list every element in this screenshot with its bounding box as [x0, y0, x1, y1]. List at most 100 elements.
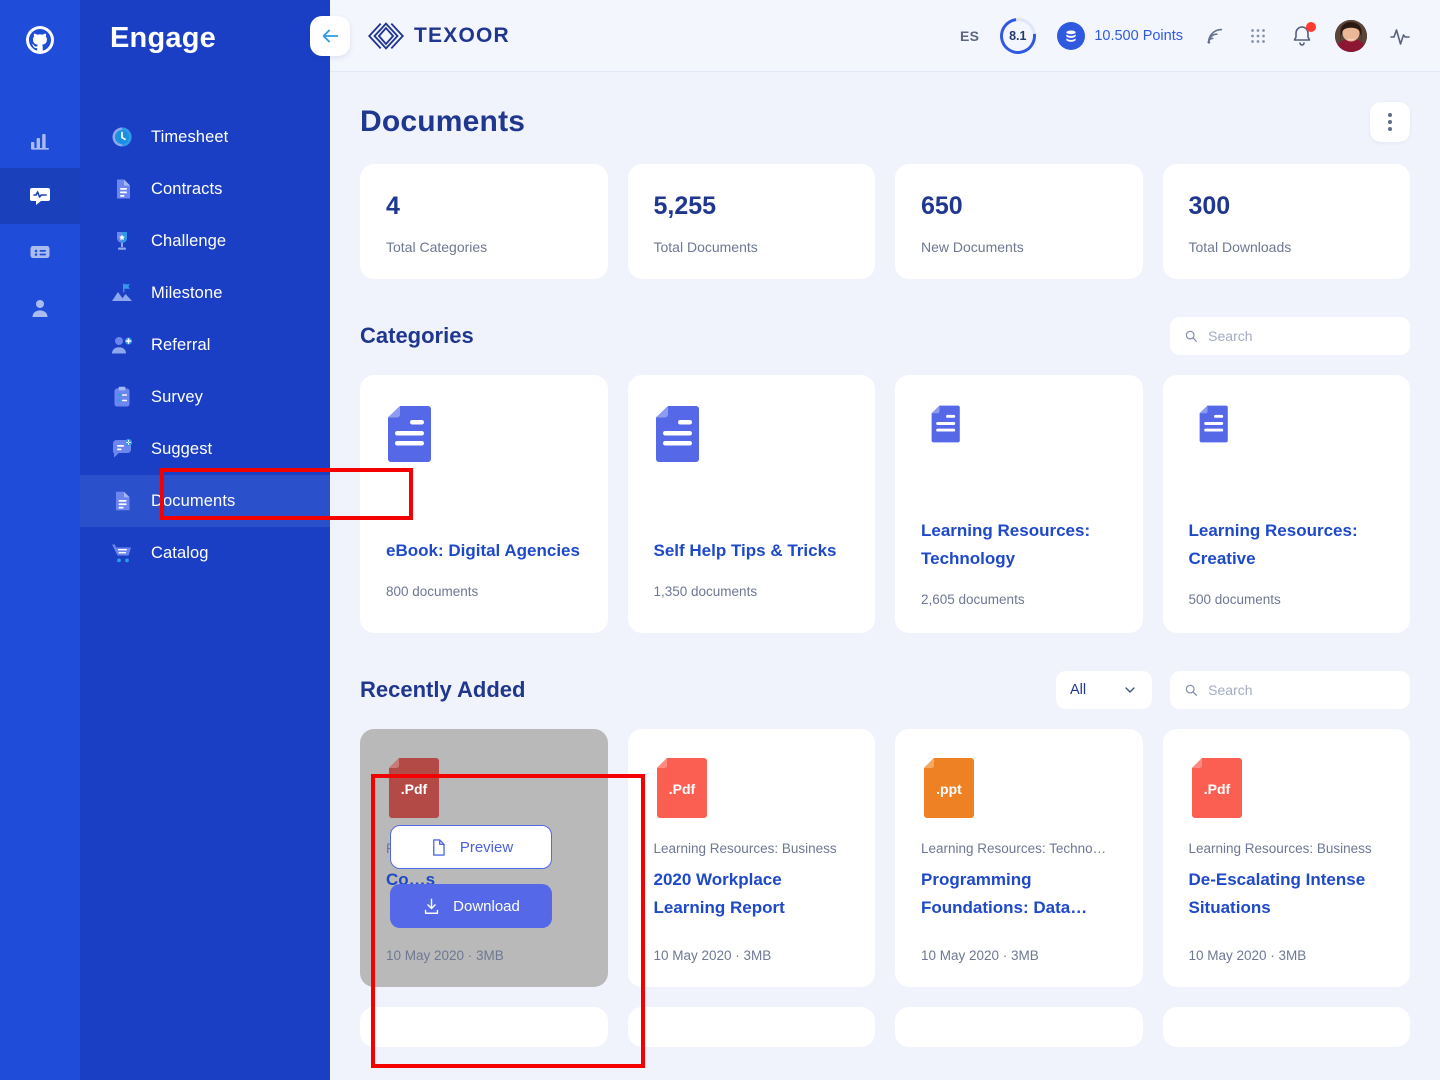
sidebar: Engage Timesheet Contracts Challenge Mil…: [80, 0, 413, 1080]
sidebar-item-milestone[interactable]: Milestone: [80, 267, 330, 319]
recent-filter-select[interactable]: All: [1056, 671, 1152, 709]
list-card-icon: [30, 246, 50, 258]
coins-icon: [1057, 21, 1086, 50]
rss-icon: [1207, 28, 1223, 44]
sidebar-item-label: Timesheet: [151, 127, 229, 146]
category-card[interactable]: Learning Resources: Technology 2,605 doc…: [895, 375, 1143, 633]
document-card[interactable]: .ppt Learning Resources: Techno… Program…: [895, 729, 1143, 987]
category-card[interactable]: Learning Resources: Creative 500 documen…: [1162, 375, 1410, 633]
rss-button[interactable]: [1204, 25, 1226, 47]
kebab-dot: [1388, 127, 1392, 131]
sidebar-item-catalog[interactable]: Catalog: [80, 527, 330, 579]
category-title: Self Help Tips & Tricks: [653, 541, 837, 560]
score-value: 8.1: [1009, 28, 1028, 43]
stat-label: Total Downloads: [1188, 239, 1292, 255]
sidebar-item-challenge[interactable]: Challenge: [80, 215, 330, 267]
document-category-icon: [931, 405, 960, 443]
chevron-down-icon: [1125, 687, 1135, 693]
document-card[interactable]: [895, 1007, 1143, 1047]
chat-bulb-icon: [113, 438, 133, 458]
document-title: 2020 Workplace Learning Report: [653, 870, 785, 917]
file-type-label: .ppt: [936, 781, 962, 797]
document-category: Learning Resources: Business: [1188, 841, 1372, 856]
back-button[interactable]: [310, 16, 350, 56]
rail-item-boards[interactable]: [0, 224, 80, 280]
sidebar-item-label: Suggest: [151, 439, 213, 458]
main-area: TEXOOR ES 8.1 10.500 Points Documents 4 …: [310, 0, 1440, 1080]
page-header: Documents: [360, 102, 1410, 142]
apps-grid-button[interactable]: [1247, 25, 1269, 47]
sidebar-item-label: Challenge: [151, 231, 227, 250]
bar-chart-icon: [31, 134, 49, 150]
recent-cards-wrapper: .Pdf Pro…nts Co…s 10 May 2020 · 3MB: [360, 729, 1410, 1068]
recent-cards-row: .Pdf Pro…nts Co…s 10 May 2020 · 3MB: [360, 729, 1410, 987]
recent-search-input[interactable]: [1208, 682, 1396, 698]
categories-search-box[interactable]: [1170, 317, 1410, 355]
sidebar-item-suggest[interactable]: Suggest: [80, 423, 330, 475]
points-widget[interactable]: 10.500 Points: [1057, 21, 1183, 50]
category-card[interactable]: Self Help Tips & Tricks 1,350 documents: [627, 375, 875, 633]
stat-label: New Documents: [921, 239, 1024, 255]
sidebar-item-timesheet[interactable]: Timesheet: [80, 111, 330, 163]
github-logo-icon[interactable]: [20, 20, 60, 60]
category-card[interactable]: eBook: Digital Agencies 800 documents: [360, 375, 608, 633]
document-title: De-Escalating Intense Situations: [1188, 870, 1366, 917]
sidebar-item-label: Milestone: [151, 283, 223, 302]
stat-value: 650: [921, 192, 963, 220]
download-button-label: Download: [453, 897, 520, 915]
document-card[interactable]: .Pdf Learning Resources: Business De-Esc…: [1162, 729, 1410, 987]
category-title: eBook: Digital Agencies: [386, 541, 580, 560]
next-cards-row: [360, 1007, 1410, 1047]
brand-title: Engage: [110, 22, 216, 54]
sidebar-item-survey[interactable]: Survey: [80, 371, 330, 423]
preview-button[interactable]: Preview: [390, 825, 552, 869]
avatar[interactable]: [1335, 19, 1367, 52]
categories-search-input[interactable]: [1208, 328, 1396, 344]
rail-item-engage[interactable]: [0, 168, 80, 224]
category-title: Learning Resources: Creative: [1188, 521, 1358, 568]
score-ring[interactable]: 8.1: [993, 10, 1044, 61]
language-selector[interactable]: ES: [960, 28, 979, 44]
recent-tools: All: [1056, 671, 1410, 709]
sidebar-item-label: Referral: [151, 335, 211, 354]
stat-label: Total Documents: [653, 239, 758, 255]
document-meta: 10 May 2020 · 3MB: [921, 948, 1039, 963]
recent-search-box[interactable]: [1170, 671, 1410, 709]
topbar-right: ES 8.1 10.500 Points: [960, 10, 1412, 61]
download-icon: [424, 898, 439, 914]
notification-badge: [1306, 21, 1316, 32]
document-meta: 10 May 2020 · 3MB: [386, 948, 504, 963]
clipboard-icon: [114, 386, 130, 407]
kebab-dot: [1388, 120, 1392, 124]
apps-grid-icon: [1251, 28, 1265, 43]
rail-item-profile[interactable]: [0, 280, 80, 336]
texoor-mark-icon: [368, 21, 404, 50]
document-card[interactable]: .Pdf Learning Resources: Business 2020 W…: [627, 729, 875, 987]
kebab-dot: [1388, 113, 1392, 117]
categories-title: Categories: [360, 323, 474, 348]
pdf-file-icon: .Pdf: [1191, 758, 1242, 818]
activity-button[interactable]: [1388, 24, 1412, 48]
rail-item-analytics[interactable]: [0, 112, 80, 168]
points-label: 10.500 Points: [1094, 27, 1183, 44]
file-type-label: .Pdf: [401, 781, 428, 797]
sidebar-item-referral[interactable]: Referral: [80, 319, 330, 371]
sidebar-item-contracts[interactable]: Contracts: [80, 163, 330, 215]
activity-pulse-icon: [1390, 28, 1410, 45]
download-button[interactable]: Download: [390, 884, 552, 928]
icon-rail: [0, 0, 80, 1080]
texoor-logo[interactable]: TEXOOR: [368, 21, 510, 51]
sidebar-item-documents[interactable]: Documents: [80, 475, 330, 527]
cart-icon: [112, 544, 131, 563]
search-icon: [1185, 684, 1197, 696]
document-card[interactable]: [1162, 1007, 1410, 1047]
stat-value: 300: [1188, 192, 1231, 220]
recent-filter-value: All: [1070, 682, 1087, 698]
document-card[interactable]: [360, 1007, 608, 1047]
more-options-button[interactable]: [1370, 102, 1410, 142]
notifications-button[interactable]: [1290, 21, 1316, 48]
preview-button-label: Preview: [459, 838, 514, 856]
page-title: Documents: [360, 105, 526, 138]
document-card[interactable]: .Pdf Pro…nts Co…s 10 May 2020 · 3MB: [360, 729, 608, 987]
document-card[interactable]: [627, 1007, 875, 1047]
